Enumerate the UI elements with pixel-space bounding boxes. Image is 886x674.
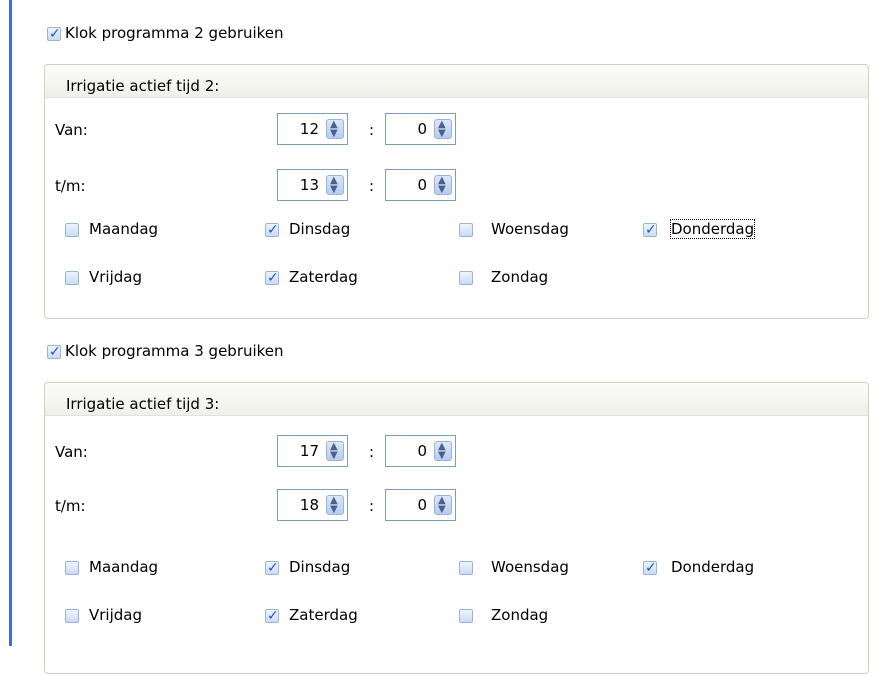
day-vrijdag-checkbox[interactable] bbox=[65, 271, 79, 285]
to-hour-value: 13 bbox=[299, 176, 319, 194]
irrigation-time-3-group: Irrigatie actief tijd 3: Van: 17 ▲ ▼ : 0 … bbox=[44, 382, 869, 674]
time-colon: : bbox=[369, 443, 375, 461]
day-donderdag-label: Donderdag bbox=[669, 219, 756, 239]
checkmark-icon: ✓ bbox=[267, 560, 279, 576]
day-zaterdag-label: Zaterdag bbox=[289, 606, 358, 624]
day-vrijdag-checkbox[interactable] bbox=[65, 609, 79, 623]
day-maandag-checkbox[interactable] bbox=[65, 561, 79, 575]
to-hour-spinner[interactable]: 18 ▲ ▼ bbox=[277, 489, 348, 521]
use-program-2-label: Klok programma 2 gebruiken bbox=[65, 24, 284, 42]
day-zondag-checkbox[interactable] bbox=[459, 271, 473, 285]
checkmark-icon: ✓ bbox=[267, 608, 279, 624]
day-donderdag-checkbox[interactable]: ✓ bbox=[643, 222, 657, 238]
from-hour-value: 12 bbox=[299, 120, 319, 138]
spin-arrows-icon: ▲ ▼ bbox=[438, 175, 446, 195]
spin-arrows-icon: ▲ ▼ bbox=[330, 175, 338, 195]
from-minute-value: 0 bbox=[417, 442, 427, 460]
day-zondag-checkbox[interactable] bbox=[459, 609, 473, 623]
from-minute-spinner[interactable]: 0 ▲ ▼ bbox=[385, 113, 456, 145]
group-title: Irrigatie actief tijd 2: bbox=[66, 77, 220, 95]
day-woensdag-checkbox[interactable] bbox=[459, 561, 473, 575]
day-maandag-label: Maandag bbox=[89, 220, 159, 238]
from-label: Van: bbox=[55, 443, 88, 461]
day-zaterdag-checkbox[interactable]: ✓ bbox=[265, 608, 279, 624]
to-hour-spin-button[interactable]: ▲ ▼ bbox=[326, 175, 344, 195]
day-woensdag-label: Woensdag bbox=[491, 558, 569, 576]
to-label: t/m: bbox=[55, 177, 86, 195]
spin-arrows-icon: ▲ ▼ bbox=[330, 119, 338, 139]
time-colon: : bbox=[369, 497, 375, 515]
day-woensdag-checkbox[interactable] bbox=[459, 223, 473, 237]
spin-arrows-icon: ▲ ▼ bbox=[438, 495, 446, 515]
to-minute-value: 0 bbox=[417, 176, 427, 194]
to-minute-value: 0 bbox=[417, 496, 427, 514]
from-minute-spin-button[interactable]: ▲ ▼ bbox=[434, 119, 452, 139]
day-zondag-label: Zondag bbox=[491, 268, 549, 286]
day-maandag-checkbox[interactable] bbox=[65, 223, 79, 237]
spin-arrows-icon: ▲ ▼ bbox=[330, 441, 338, 461]
day-dinsdag-checkbox[interactable]: ✓ bbox=[265, 222, 279, 238]
left-accent-stripe bbox=[9, 0, 12, 646]
to-hour-value: 18 bbox=[299, 496, 319, 514]
checkmark-icon: ✓ bbox=[49, 26, 61, 42]
day-maandag-label: Maandag bbox=[89, 558, 159, 576]
day-vrijdag-label: Vrijdag bbox=[89, 268, 142, 286]
irrigation-time-2-group: Irrigatie actief tijd 2: Van: 12 ▲ ▼ : 0 … bbox=[44, 64, 869, 319]
to-label: t/m: bbox=[55, 497, 86, 515]
day-dinsdag-label: Dinsdag bbox=[289, 558, 351, 576]
day-donderdag-label: Donderdag bbox=[671, 558, 755, 576]
day-vrijdag-label: Vrijdag bbox=[89, 606, 142, 624]
time-colon: : bbox=[369, 177, 375, 195]
to-minute-spinner[interactable]: 0 ▲ ▼ bbox=[385, 489, 456, 521]
checkmark-icon: ✓ bbox=[49, 344, 61, 360]
use-program-3-label: Klok programma 3 gebruiken bbox=[65, 342, 284, 360]
from-hour-spinner[interactable]: 12 ▲ ▼ bbox=[277, 113, 348, 145]
checkmark-icon: ✓ bbox=[645, 560, 657, 576]
to-hour-spinner[interactable]: 13 ▲ ▼ bbox=[277, 169, 348, 201]
time-colon: : bbox=[369, 121, 375, 139]
to-hour-spin-button[interactable]: ▲ ▼ bbox=[326, 495, 344, 515]
spin-arrows-icon: ▲ ▼ bbox=[330, 495, 338, 515]
from-hour-spin-button[interactable]: ▲ ▼ bbox=[326, 441, 344, 461]
to-minute-spin-button[interactable]: ▲ ▼ bbox=[434, 495, 452, 515]
checkmark-icon: ✓ bbox=[267, 222, 279, 238]
day-dinsdag-checkbox[interactable]: ✓ bbox=[265, 560, 279, 576]
checkmark-icon: ✓ bbox=[645, 222, 657, 238]
from-minute-spinner[interactable]: 0 ▲ ▼ bbox=[385, 435, 456, 467]
left-accent-bar bbox=[0, 0, 12, 646]
from-minute-spin-button[interactable]: ▲ ▼ bbox=[434, 441, 452, 461]
day-zaterdag-label: Zaterdag bbox=[289, 268, 358, 286]
day-dinsdag-label: Dinsdag bbox=[289, 220, 351, 238]
spin-arrows-icon: ▲ ▼ bbox=[438, 119, 446, 139]
from-hour-spinner[interactable]: 17 ▲ ▼ bbox=[277, 435, 348, 467]
from-hour-value: 17 bbox=[299, 442, 319, 460]
checkmark-icon: ✓ bbox=[267, 270, 279, 286]
day-donderdag-checkbox[interactable]: ✓ bbox=[643, 560, 657, 576]
to-minute-spinner[interactable]: 0 ▲ ▼ bbox=[385, 169, 456, 201]
day-zondag-label: Zondag bbox=[491, 606, 549, 624]
day-zaterdag-checkbox[interactable]: ✓ bbox=[265, 270, 279, 286]
from-hour-spin-button[interactable]: ▲ ▼ bbox=[326, 119, 344, 139]
day-woensdag-label: Woensdag bbox=[491, 220, 569, 238]
to-minute-spin-button[interactable]: ▲ ▼ bbox=[434, 175, 452, 195]
from-label: Van: bbox=[55, 121, 88, 139]
spin-arrows-icon: ▲ ▼ bbox=[438, 441, 446, 461]
use-program-3-checkbox[interactable]: ✓ bbox=[47, 344, 61, 360]
use-program-2-checkbox[interactable]: ✓ bbox=[47, 26, 61, 42]
group-title: Irrigatie actief tijd 3: bbox=[66, 395, 220, 413]
from-minute-value: 0 bbox=[417, 120, 427, 138]
